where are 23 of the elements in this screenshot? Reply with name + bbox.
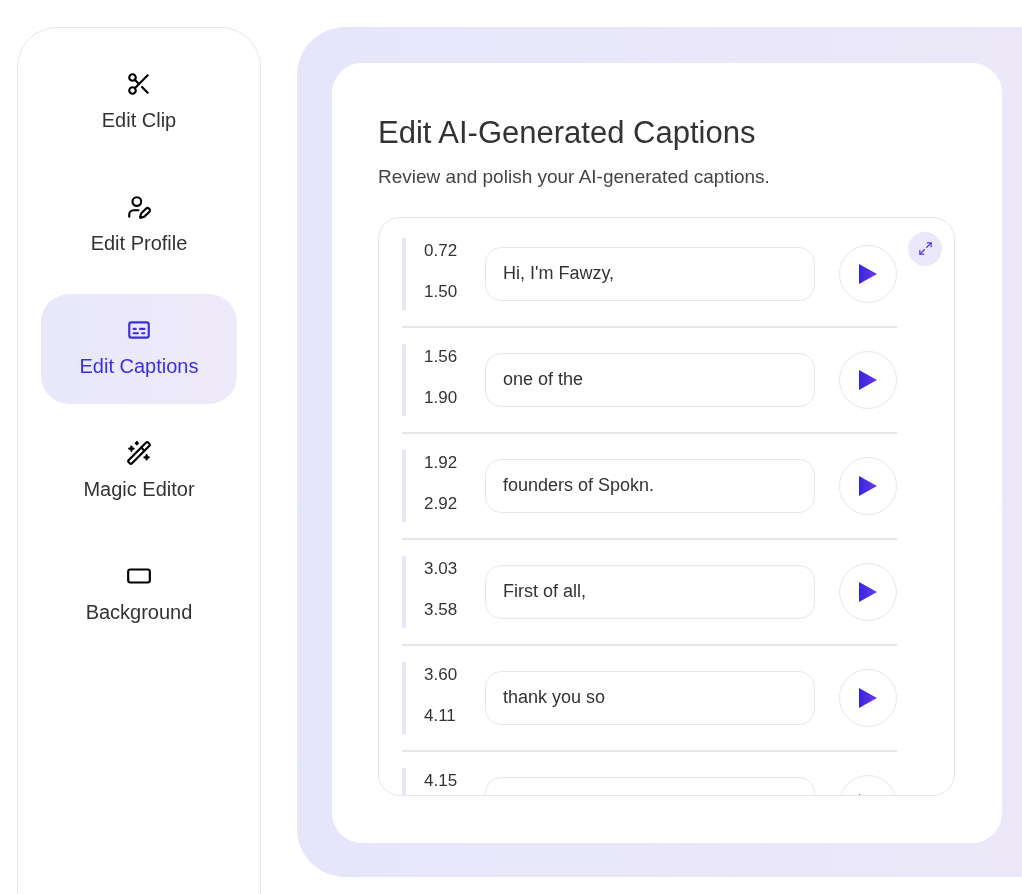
end-time: 2.92	[424, 493, 459, 515]
start-time: 3.03	[424, 557, 459, 580]
caption-field[interactable]: Hi, I'm Fawzy,	[485, 246, 815, 301]
start-time: 1.92	[424, 451, 459, 474]
caption-field[interactable]: thank you so	[485, 670, 815, 725]
caption-field[interactable]: one of the	[485, 352, 815, 407]
end-time: 4.11	[424, 705, 457, 727]
caption-field[interactable]: First of all,	[485, 564, 815, 619]
editor-title: Edit AI-Generated Captions	[378, 114, 757, 152]
sidebar-item[interactable]: Edit Clip	[41, 48, 237, 158]
start-time: 0.72	[424, 239, 459, 262]
caption-field[interactable]: founders of Spokn.	[485, 458, 815, 513]
end-time: 3.58	[424, 599, 459, 621]
start-time: 3.60	[424, 663, 459, 686]
sidebar-item[interactable]: Magic Editor	[41, 417, 237, 527]
start-time: 4.15	[424, 769, 459, 792]
sidebar-item[interactable]: Edit Profile	[41, 171, 237, 281]
editor-subtitle: Review and polish your AI-generated captions.	[378, 165, 771, 189]
start-time: 1.56	[424, 345, 459, 368]
sidebar-item[interactable]: Background	[41, 540, 237, 650]
end-time: 1.50	[424, 281, 459, 303]
end-time: 1.90	[424, 387, 459, 409]
sidebar-item[interactable]: Edit Captions	[41, 294, 237, 404]
